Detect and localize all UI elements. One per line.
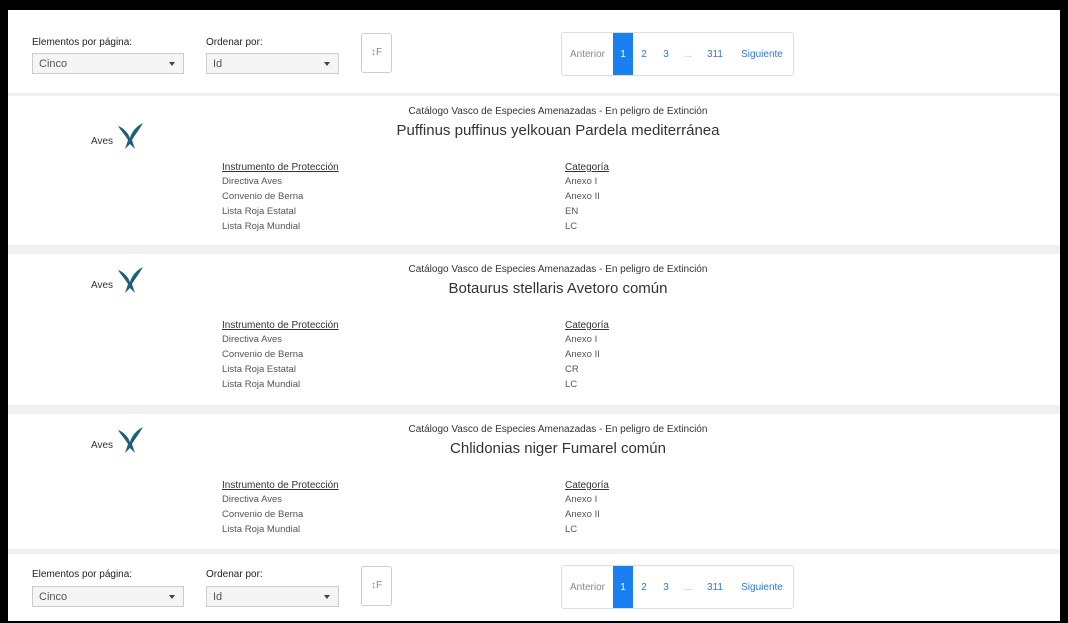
category-cell: Anexo II [565,509,600,520]
species-card: Aves Catálogo Vasco de Especies Amenazad… [8,254,1060,405]
pagination-top: Anterior 1 2 3 ... 311 Siguiente [561,32,794,76]
pagination-previous[interactable]: Anterior [562,566,613,608]
instrument-cell: Lista Roja Mundial [222,524,301,535]
instrument-cell: Lista Roja Estatal [222,206,296,217]
chevron-down-icon [169,62,175,66]
instrument-cell: Lista Roja Mundial [222,379,301,390]
category-label: Aves [91,440,114,451]
pagination-page-last[interactable]: 311 [699,566,731,608]
toolbar-top: Elementos por página: Cinco Ordenar por:… [8,10,1060,93]
sort-order-button[interactable]: ↕F [361,33,392,73]
pagination-page-last[interactable]: 311 [699,33,731,75]
instrument-cell: Convenio de Berna [222,191,304,202]
species-name: Chlidonias niger Fumarel común [450,440,666,457]
instrument-cell: Convenio de Berna [222,509,304,520]
pagination-page-2[interactable]: 2 [633,566,655,608]
instrument-header: Instrumento de Protección [222,320,339,331]
instrument-cell: Directiva Aves [222,176,283,187]
category-cell: Anexo II [565,349,600,360]
catalog-name: Catálogo Vasco de Especies Amenazadas - … [408,106,708,117]
items-per-page-select[interactable]: Cinco [32,53,184,74]
category-label: Aves [91,136,114,147]
category-label: Aves [91,280,114,291]
pagination-ellipsis: ... [683,581,693,593]
sort-order-icon: ↕F [370,580,383,591]
species-name: Botaurus stellaris Avetoro común [448,280,668,297]
pagination-previous[interactable]: Anterior [562,33,613,75]
species-name: Puffinus puffinus yelkouan Pardela medit… [396,122,720,139]
order-by-value: Id [213,58,223,70]
category-cell: Anexo II [565,191,600,202]
catalog-name: Catálogo Vasco de Especies Amenazadas - … [408,264,708,275]
order-by-label: Ordenar por: [206,37,263,48]
instrument-cell: Directiva Aves [222,334,283,345]
instrument-cell: Directiva Aves [222,494,283,505]
category-header: Categoría [565,320,609,331]
items-per-page-value: Cinco [39,591,68,603]
items-per-page-label: Elementos por página: [32,37,133,48]
items-per-page-select[interactable]: Cinco [32,586,184,607]
instrument-header: Instrumento de Protección [222,162,339,173]
order-by-value: Id [213,591,223,603]
pagination-next[interactable]: Siguiente [731,566,793,608]
instrument-cell: Convenio de Berna [222,349,304,360]
instrument-cell: Lista Roja Mundial [222,221,301,232]
category-header: Categoría [565,480,609,491]
category-cell: LC [565,524,578,535]
catalog-name: Catálogo Vasco de Especies Amenazadas - … [408,424,708,435]
category-cell: Anexo I [565,494,598,505]
species-card: Aves Catálogo Vasco de Especies Amenazad… [8,414,1060,549]
category-cell: Anexo I [565,334,598,345]
category-cell: EN [565,206,579,217]
category-cell: LC [565,379,578,390]
species-card: Aves Catálogo Vasco de Especies Amenazad… [8,96,1060,245]
pagination-next[interactable]: Siguiente [731,33,793,75]
pagination-page-1[interactable]: 1 [613,33,633,75]
category-cell: LC [565,221,578,232]
pagination-page-3[interactable]: 3 [655,33,677,75]
instrument-cell: Lista Roja Estatal [222,364,296,375]
bird-icon [118,267,143,293]
items-per-page-value: Cinco [39,58,68,70]
pagination-page-3[interactable]: 3 [655,566,677,608]
sort-order-button[interactable]: ↕F [361,566,392,606]
order-by-select[interactable]: Id [206,586,339,607]
chevron-down-icon [324,595,330,599]
instrument-header: Instrumento de Protección [222,480,339,491]
chevron-down-icon [324,62,330,66]
order-by-select[interactable]: Id [206,53,339,74]
items-per-page-label: Elementos por página: [32,569,133,580]
chevron-down-icon [169,595,175,599]
category-cell: CR [565,364,579,375]
pagination-bottom: Anterior 1 2 3 ... 311 Siguiente [561,565,794,609]
bird-icon [118,123,143,149]
toolbar-bottom: Elementos por página: Cinco Ordenar por:… [8,554,1060,621]
category-cell: Anexo I [565,176,598,187]
order-by-label: Ordenar por: [206,569,263,580]
pagination-page-2[interactable]: 2 [633,33,655,75]
bird-icon [118,427,143,453]
category-header: Categoría [565,162,609,173]
pagination-page-1[interactable]: 1 [613,566,633,608]
sort-order-icon: ↕F [370,47,383,58]
pagination-ellipsis: ... [683,48,693,60]
results-panel: Elementos por página: Cinco Ordenar por:… [8,10,1060,621]
